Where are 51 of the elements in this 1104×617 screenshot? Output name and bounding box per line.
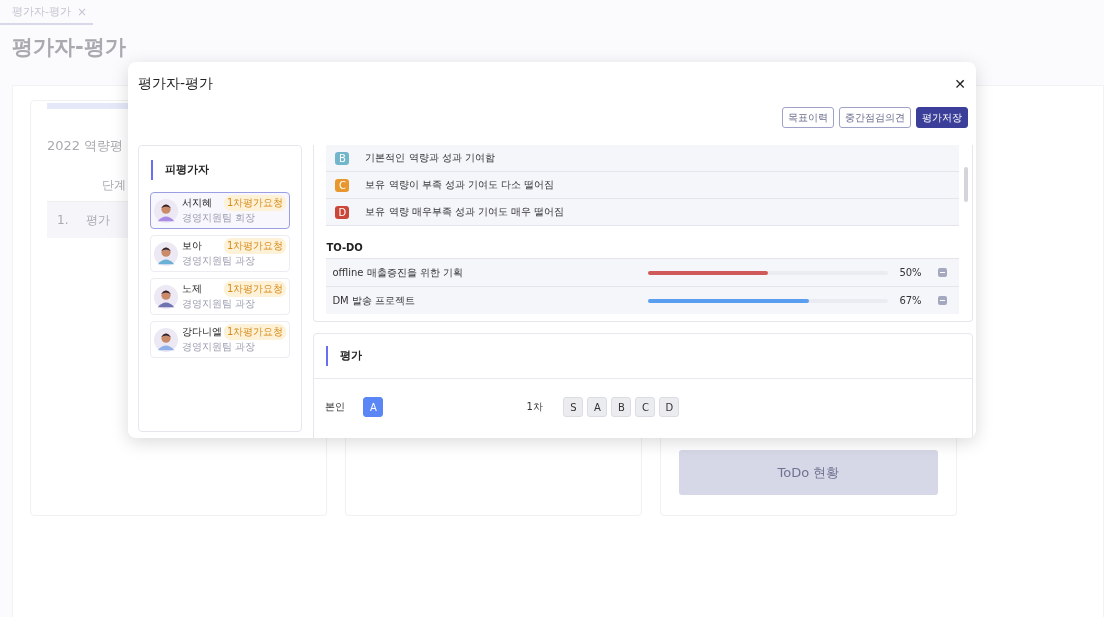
scrollbar[interactable] <box>964 167 969 202</box>
grade-option[interactable]: B <box>611 397 632 418</box>
evaluatee-card[interactable]: 보아 1차평가요청 경영지원팀 과장 <box>150 235 291 272</box>
evaluatee-role: 경영지원팀 과장 <box>182 254 256 268</box>
grade-badge: D <box>335 205 350 219</box>
avatar-icon <box>154 284 178 309</box>
todo-name: DM 발송 프로젝트 <box>332 293 417 308</box>
row-label: 평가 <box>86 211 111 229</box>
grade-option[interactable]: D <box>659 397 680 418</box>
evaluatee-card[interactable]: 강다니엘 1차평가요청 경영지원팀 과장 <box>150 321 291 358</box>
progress-reading: 50% <box>899 267 923 278</box>
status-badge: 1차평가요청 <box>224 324 287 340</box>
close-icon[interactable]: ✕ <box>954 76 968 92</box>
grade-badge: B <box>335 151 350 165</box>
evaluatee-name: 노제 <box>182 282 202 296</box>
action-button[interactable]: 중간점검의견 <box>839 107 911 128</box>
avatar-icon <box>154 327 178 352</box>
status-badge: 1차평가요청 <box>224 281 287 297</box>
evaluatee-name: 강다니엘 <box>182 325 222 339</box>
progress-reading: 67% <box>899 295 923 306</box>
comment-icon[interactable] <box>938 268 948 277</box>
grade-description: 보유 역량 매우부족 성과 기여도 매우 떨어짐 <box>365 205 565 219</box>
first-label: 1차 <box>526 400 544 415</box>
status-badge: 1차평가요청 <box>224 238 287 254</box>
self-label: 본인 <box>325 400 347 415</box>
todo-title: TO-DO <box>326 242 364 253</box>
todo-name: offline 매출증진을 위한 기획 <box>332 265 464 280</box>
evaluatee-name: 보아 <box>182 239 202 253</box>
evaluatee-card[interactable]: 서지혜 1차평가요청 경영지원팀 회장 <box>150 192 291 229</box>
avatar-icon <box>154 241 178 266</box>
grade-description: 기본적인 역량과 성과 기여함 <box>365 151 495 165</box>
status-badge: 1차평가요청 <box>224 195 287 211</box>
avatar-icon <box>154 198 178 223</box>
evaluatee-role: 경영지원팀 과장 <box>182 297 256 311</box>
page-title: 평가자-평가 <box>11 34 127 61</box>
evaluatee-card[interactable]: 노제 1차평가요청 경영지원팀 과장 <box>150 278 291 315</box>
modal-title: 평가자-평가 <box>138 75 214 93</box>
grade-badge: C <box>335 178 350 192</box>
action-button[interactable]: 평가저장 <box>916 107 968 128</box>
action-button[interactable]: 목표이력 <box>782 107 834 128</box>
grade-option[interactable]: A <box>587 397 608 418</box>
row-number: 1. <box>57 213 69 227</box>
section-title: 피평가자 <box>151 160 209 180</box>
grade-option[interactable]: S <box>563 397 584 418</box>
grade-option[interactable]: C <box>635 397 656 418</box>
evaluatee-role: 경영지원팀 과장 <box>182 340 256 354</box>
comment-icon[interactable] <box>938 296 948 305</box>
grade-description: 보유 역량이 부족 성과 기여도 다소 떨어짐 <box>365 178 555 192</box>
section-title: 평가 <box>326 346 363 367</box>
card-title: 2022 역량평 <box>47 137 125 155</box>
evaluatee-role: 경영지원팀 회장 <box>182 211 256 225</box>
